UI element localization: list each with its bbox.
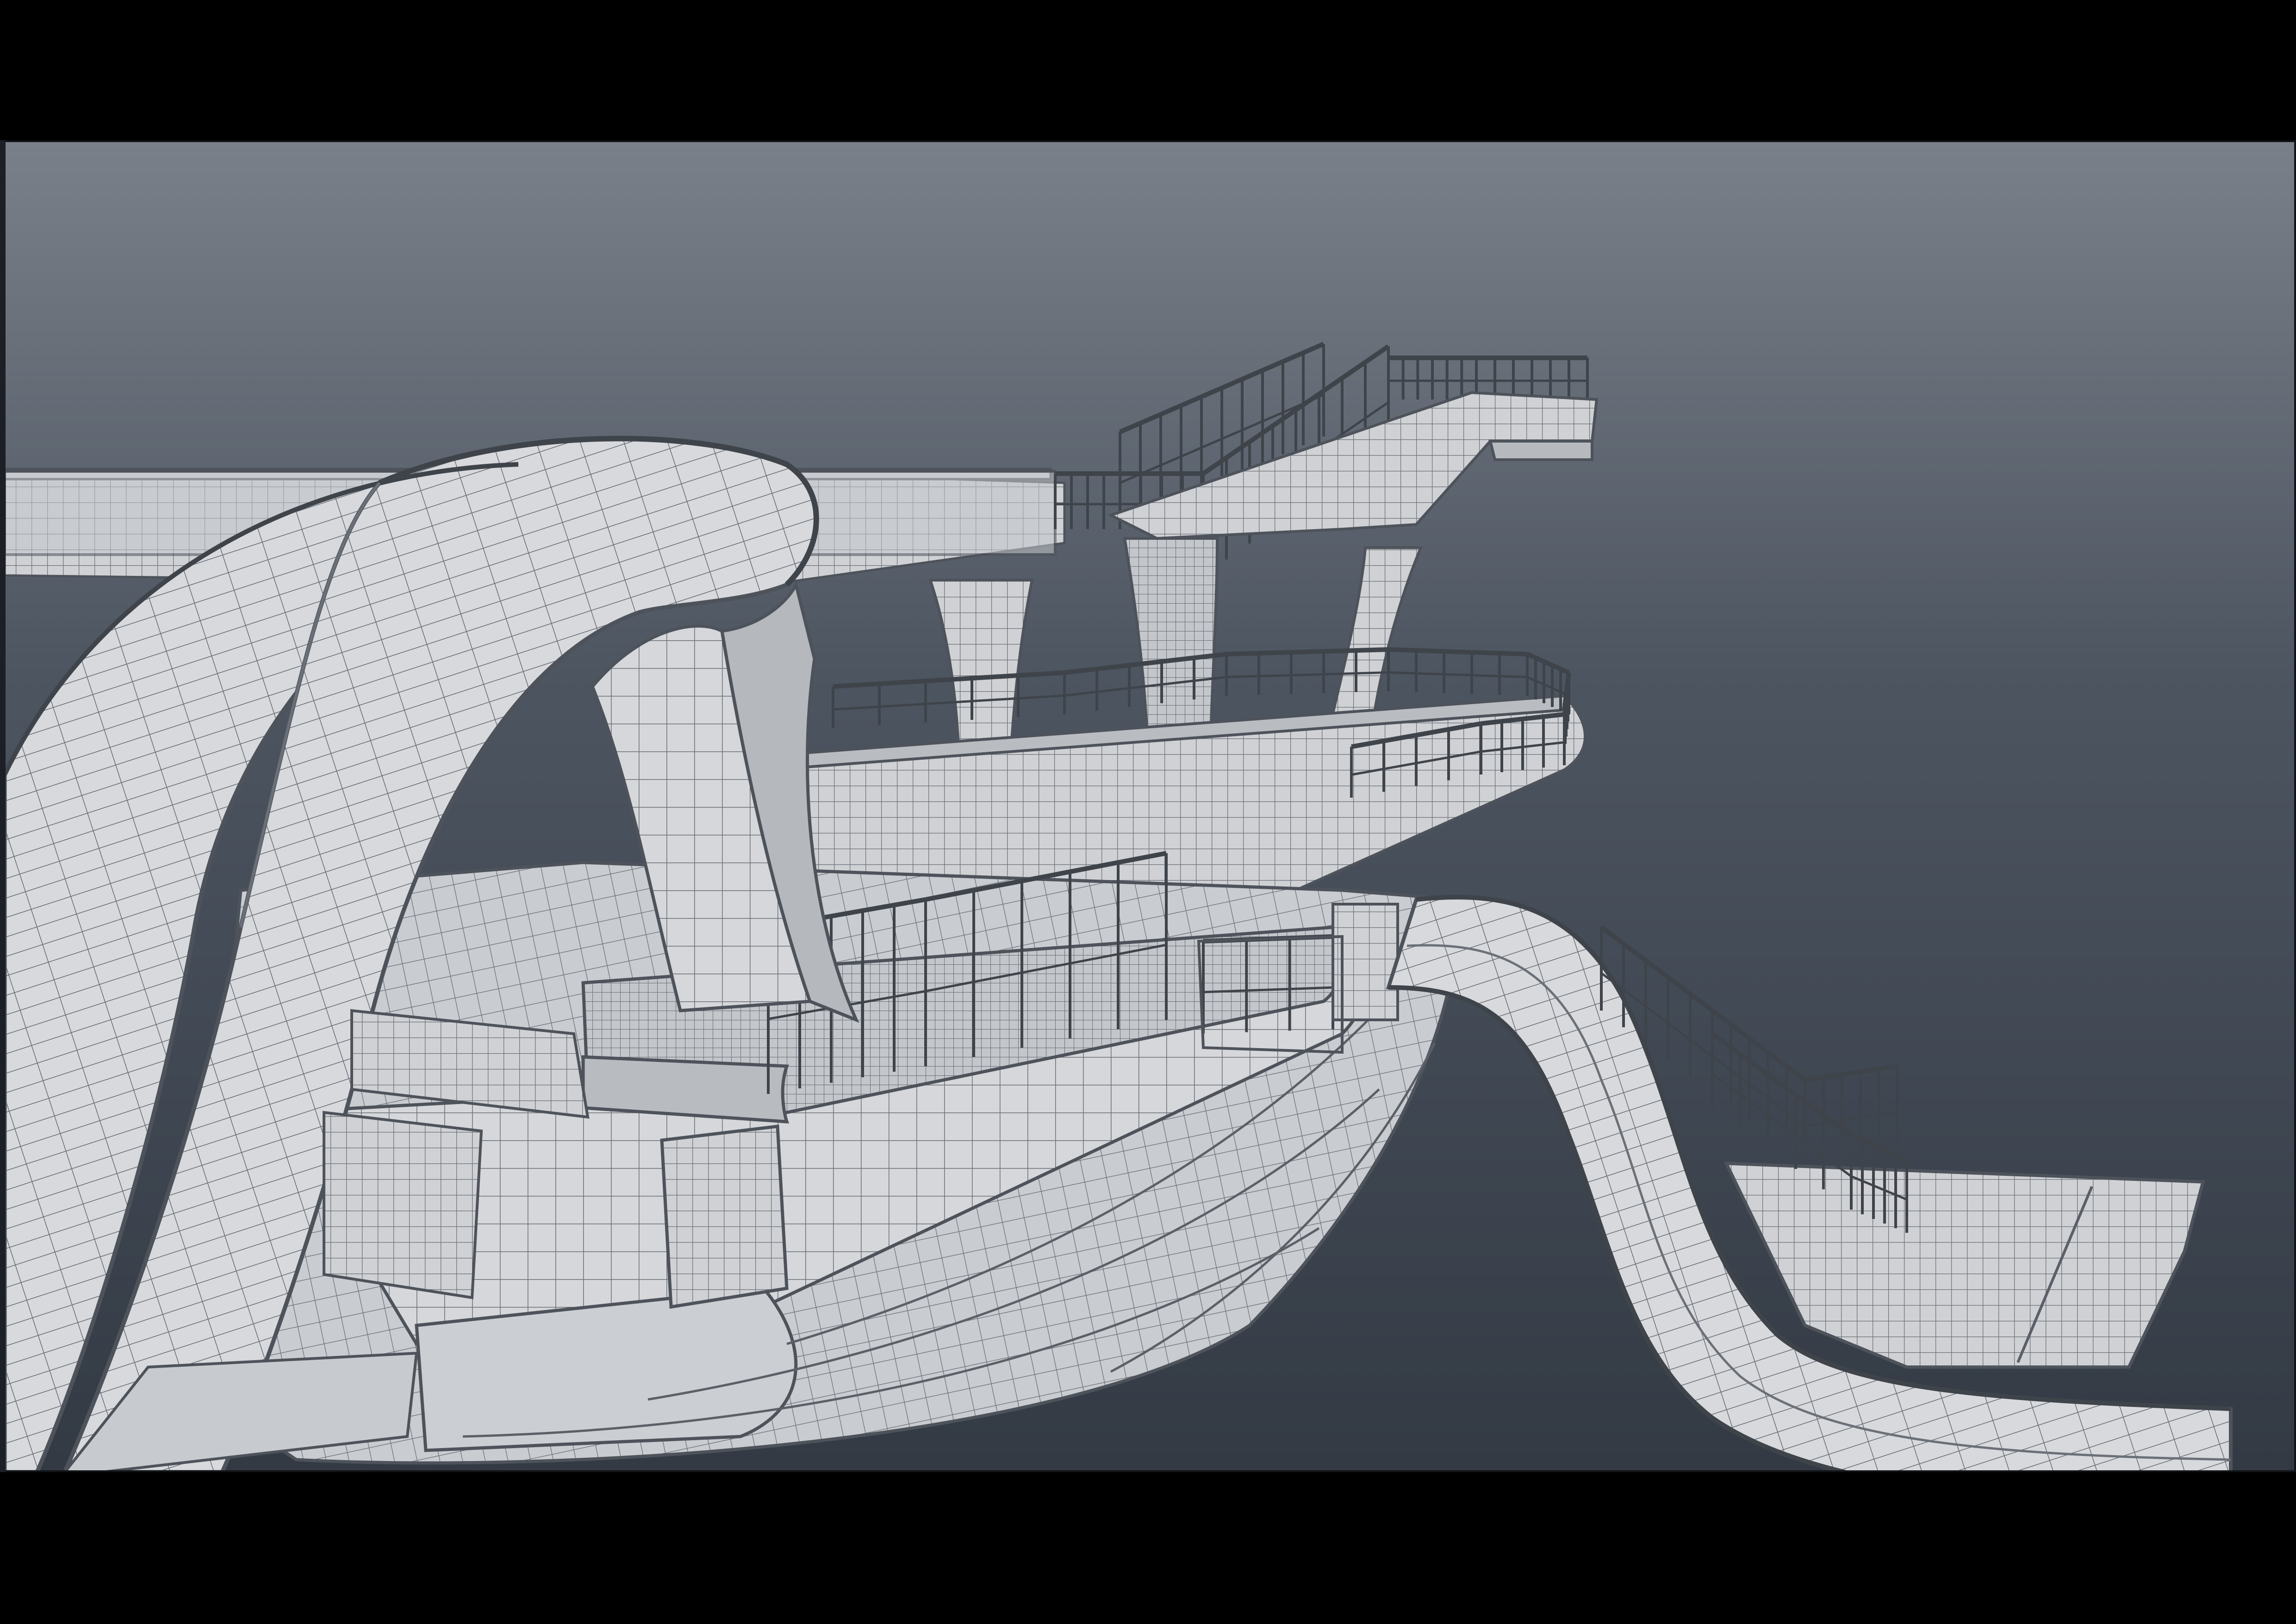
letterbox-top (0, 0, 2296, 140)
letterbox-bottom (0, 1472, 2296, 1624)
app-window (0, 0, 2296, 1624)
viewport-canvas[interactable] (0, 140, 2296, 1472)
viewport-left-edge (0, 140, 6, 1472)
3d-viewport[interactable] (0, 140, 2296, 1472)
